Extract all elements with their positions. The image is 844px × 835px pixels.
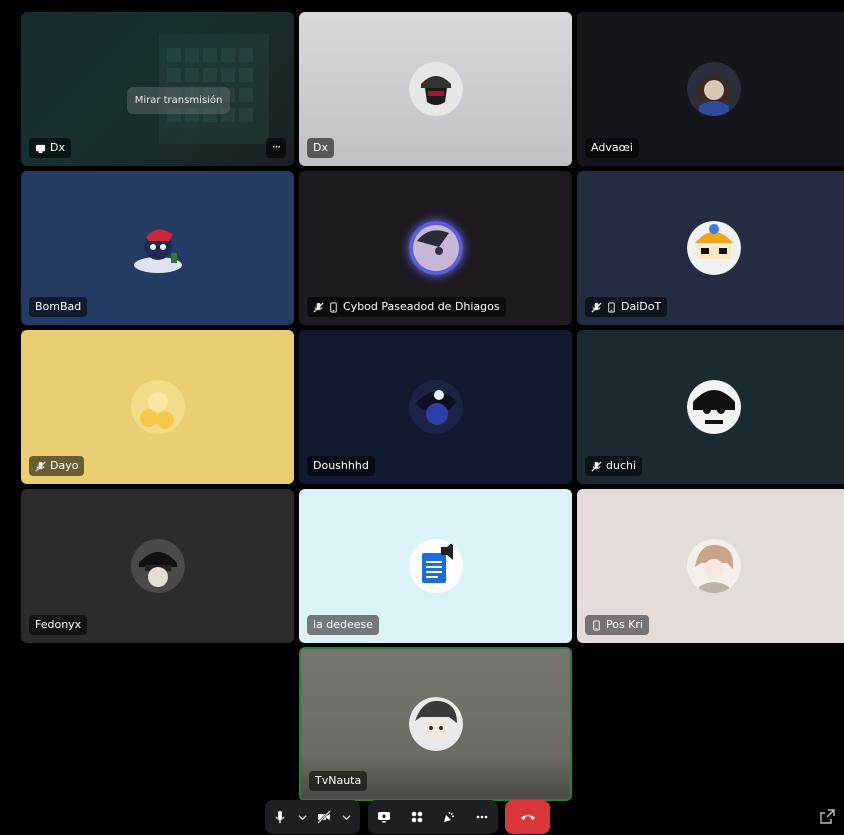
activity-controls [368,800,498,834]
muted-mic-icon [591,301,602,313]
stream-name-tag: Dx [29,138,71,158]
participant-name-tag: Dx [307,138,334,158]
participant-tile-cybod[interactable]: Cybod Paseadod de Dhiagos [299,171,572,325]
activities-icon [411,811,423,823]
participant-tile-bombad[interactable]: BomBad [21,171,294,325]
share-screen-button[interactable] [369,800,399,834]
avatar [130,539,185,593]
stream-more-button[interactable]: ··· [266,138,286,158]
camera-off-icon [317,810,331,824]
participant-name-tag: duchi [585,456,643,476]
disconnect-button[interactable] [505,800,550,834]
participant-tile-advaoei[interactable]: Advaœi [577,12,844,166]
microphone-button[interactable] [265,800,295,834]
camera-button[interactable] [309,800,339,834]
avatar [408,539,463,593]
participant-name-tag: la dedeese [307,615,380,635]
participant-name: Cybod Paseadod de Dhiagos [343,300,500,313]
participant-name-tag: TvNauta [309,771,368,791]
soundboard-button[interactable] [434,800,464,834]
participant-name-tag: Fedonyx [29,615,88,635]
participant-tile-dayo[interactable]: Dayo [21,330,294,484]
participant-tile-tvnauta[interactable]: TvNauta [299,647,572,801]
mobile-icon [330,301,337,313]
participant-name-tag: Pos Kri [585,615,649,635]
screen-share-icon [378,812,391,823]
avatar [408,221,463,275]
muted-mic-icon [591,460,602,472]
muted-mic-icon [313,301,324,313]
participant-tile-pos-kri[interactable]: Pos Kri [577,489,844,643]
participant-name-tag: Dayo [29,456,85,476]
avatar [130,380,185,434]
mobile-icon [608,301,615,313]
muted-mic-icon [35,460,46,472]
participant-name: la dedeese [313,618,374,631]
participant-name-tag: Advaœi [585,138,639,158]
tts-document-icon [421,542,453,583]
participant-tile-daidot[interactable]: DaiDoT [577,171,844,325]
mobile-icon [593,619,600,631]
participant-name-tag: Cybod Paseadod de Dhiagos [307,297,506,317]
stream-name: Dx [50,141,65,154]
participant-name: duchi [606,459,637,472]
participant-name: DaiDoT [621,300,662,313]
more-icon [476,815,488,819]
pop-out-icon[interactable] [819,809,835,825]
camera-options-button[interactable] [339,800,353,834]
avatar [408,62,463,116]
watch-stream-button[interactable]: Mirar transmisión [127,87,230,114]
participant-tile-dx[interactable]: Dx [299,12,572,166]
avatar [131,221,185,275]
avatar [686,380,741,434]
participant-name: Fedonyx [35,618,82,631]
microphone-options-button[interactable] [295,800,309,834]
more-options-button[interactable] [467,800,497,834]
participant-tile-doushhhd[interactable]: Doushhhd [299,330,572,484]
chevron-down-icon [341,814,351,820]
avatar [408,380,463,434]
participant-name: Dx [313,141,328,154]
participant-name-tag: Doushhhd [307,456,375,476]
participant-name: BomBad [35,300,82,313]
activities-button[interactable] [402,800,432,834]
stream-tile-dx[interactable]: Mirar transmisión Dx ··· [21,12,294,166]
participant-name-tag: DaiDoT [585,297,668,317]
participant-name: Advaœi [591,141,633,154]
audio-video-controls [265,800,360,834]
participant-name: Doushhhd [313,459,369,472]
participant-tile-duchi[interactable]: duchi [577,330,844,484]
participant-name: Dayo [50,459,79,472]
participant-tile-fedonyx[interactable]: Fedonyx [21,489,294,643]
soundboard-icon [444,811,455,822]
avatar [408,697,463,751]
microphone-icon [275,811,285,823]
hang-up-icon [520,815,535,820]
participant-tile-la-dedeese[interactable]: la dedeese [299,489,572,643]
avatar [686,62,741,116]
avatar [686,221,741,275]
chevron-down-icon [297,814,307,820]
participant-name-tag: BomBad [29,297,88,317]
screen-share-icon [35,144,46,153]
avatar [686,539,741,593]
participant-name: Pos Kri [606,618,643,631]
participant-name: TvNauta [315,774,362,787]
